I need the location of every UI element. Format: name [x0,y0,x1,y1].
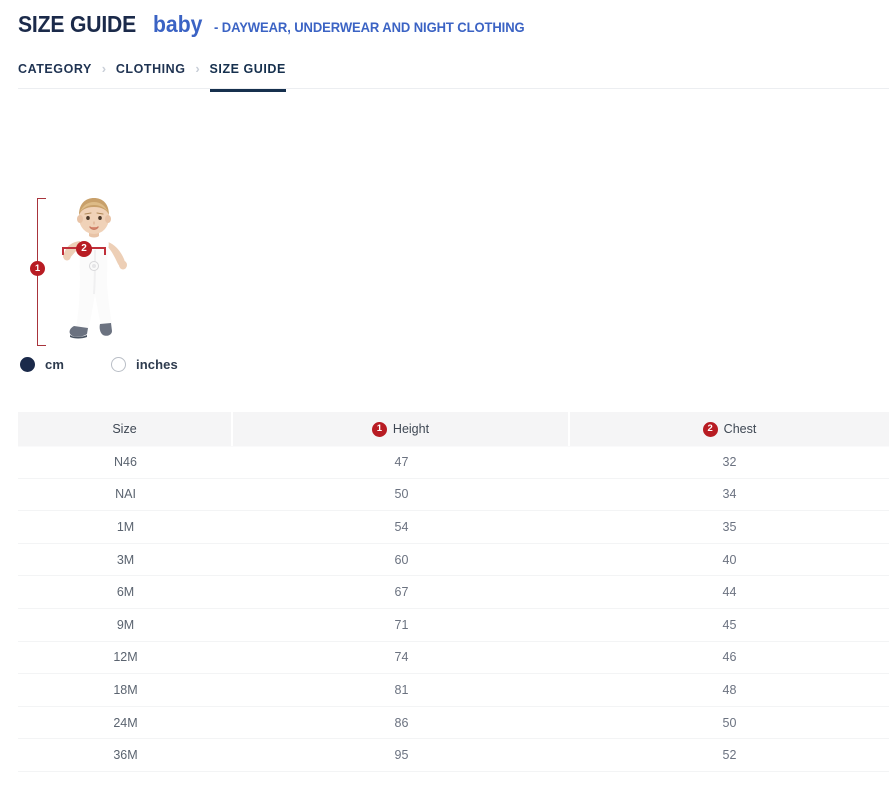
cell-height: 54 [233,511,570,543]
unit-label-inches: inches [136,357,178,372]
cell-chest: 35 [570,511,889,543]
table-body: N464732NAI50341M54353M60406M67449M714512… [18,446,889,772]
size-guide-page: SIZE GUIDE baby - DAYWEAR, UNDERWEAR AND… [0,0,889,791]
cell-height: 67 [233,576,570,608]
measurement-diagram: 1 2 [0,180,200,355]
page-title-main: SIZE GUIDE [18,11,136,38]
table-row: 36M9552 [18,739,889,772]
cell-size: N46 [18,447,233,478]
cell-chest: 32 [570,447,889,478]
cell-height: 60 [233,544,570,576]
page-title: SIZE GUIDE baby - DAYWEAR, UNDERWEAR AND… [18,11,548,38]
table-row: 24M8650 [18,707,889,740]
cell-size: 36M [18,739,233,771]
radio-inches-icon[interactable] [111,357,126,372]
cell-size: 24M [18,707,233,739]
breadcrumb: CATEGORY › CLOTHING › SIZE GUIDE [18,50,286,88]
chest-measure-cap-left [62,247,64,255]
height-measure-cap-top [37,198,46,199]
cell-height: 74 [233,642,570,674]
cell-chest: 52 [570,739,889,771]
table-row: 1M5435 [18,511,889,544]
chest-measure-cap-right [104,247,106,255]
breadcrumb-item-category[interactable]: CATEGORY [18,50,92,88]
cell-size: 12M [18,642,233,674]
page-title-subtitle: - DAYWEAR, UNDERWEAR AND NIGHT CLOTHING [214,19,525,35]
height-measure-cap-bottom [37,345,46,346]
cell-size: 18M [18,674,233,706]
radio-cm-icon[interactable] [20,357,35,372]
unit-option-cm[interactable]: cm [20,357,64,372]
size-table: Size 1 Height 2 Chest N464732NAI50341M54… [18,412,889,772]
table-row: N464732 [18,446,889,479]
height-badge-icon: 1 [30,261,45,276]
unit-selector: cm inches [20,357,178,372]
cell-height: 71 [233,609,570,641]
cell-chest: 34 [570,479,889,511]
cell-chest: 46 [570,642,889,674]
cell-height: 86 [233,707,570,739]
cell-chest: 44 [570,576,889,608]
cell-height: 50 [233,479,570,511]
cell-height: 47 [233,447,570,478]
unit-option-inches[interactable]: inches [111,357,178,372]
table-row: 6M6744 [18,576,889,609]
table-row: 12M7446 [18,642,889,675]
breadcrumb-item-clothing[interactable]: CLOTHING [116,50,186,88]
table-header-row: Size 1 Height 2 Chest [18,412,889,446]
chest-badge-icon: 2 [76,241,92,257]
cell-size: 9M [18,609,233,641]
cell-height: 95 [233,739,570,771]
chevron-right-icon: › [92,50,116,88]
unit-label-cm: cm [45,357,64,372]
column-header-size: Size [18,412,233,446]
table-row: 18M8148 [18,674,889,707]
cell-size: 1M [18,511,233,543]
table-row: 9M7145 [18,609,889,642]
breadcrumb-item-size-guide[interactable]: SIZE GUIDE [210,50,286,88]
cell-chest: 48 [570,674,889,706]
cell-chest: 45 [570,609,889,641]
table-row: 3M6040 [18,544,889,577]
chevron-right-icon: › [186,50,210,88]
chest-badge-icon: 2 [703,422,718,437]
table-row: NAI5034 [18,479,889,512]
cell-chest: 40 [570,544,889,576]
column-header-height: 1 Height [233,412,570,446]
column-header-chest: 2 Chest [570,412,889,446]
column-header-size-label: Size [112,422,136,436]
cell-height: 81 [233,674,570,706]
column-header-chest-label: Chest [724,422,757,436]
baby-photo [50,194,140,344]
column-header-height-label: Height [393,422,429,436]
cell-size: 6M [18,576,233,608]
cell-chest: 50 [570,707,889,739]
height-badge-icon: 1 [372,422,387,437]
breadcrumb-divider [18,88,889,89]
page-title-highlight: baby [153,11,202,38]
cell-size: 3M [18,544,233,576]
cell-size: NAI [18,479,233,511]
